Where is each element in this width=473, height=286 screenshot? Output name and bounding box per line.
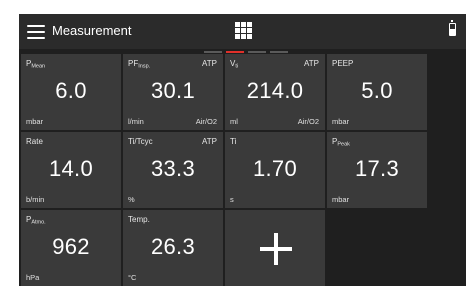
tile-gas: Air/O2 [297,117,319,126]
tile-unit: hPa [26,273,40,282]
tile-value: 1.70 [252,156,298,181]
tile-tag: ATP [202,137,217,146]
tile-unit: mbar [332,195,350,204]
page-dot[interactable] [248,51,266,53]
tile-value: 6.0 [55,78,87,103]
tile-p-atmo[interactable]: PAtmo. 962 hPa [21,210,121,286]
empty-slot [327,210,427,286]
tile-label: PFInsp. [128,59,151,70]
tile-peep[interactable]: PEEP 5.0 mbar [327,54,427,130]
tile-value: 14.0 [48,156,94,181]
tile-label: PPeak [332,137,350,148]
page-dot[interactable] [270,51,288,53]
add-tile-button[interactable] [225,210,325,286]
tile-p-mean[interactable]: PMean 6.0 mbar [21,54,121,130]
top-bar: Measurement [19,14,466,49]
tile-tag: ATP [304,59,319,68]
device-screen: Measurement PMean 6.0 mbar PFInsp. ATP 3… [19,14,466,286]
tile-pf-insp[interactable]: PFInsp. ATP 30.1 l/min Air/O2 [123,54,223,130]
battery-icon [449,20,456,36]
tile-value: 5.0 [361,78,393,103]
page-title: Measurement [52,23,132,38]
tile-label: Vti [230,59,239,70]
tile-value: 26.3 [150,234,196,259]
page-indicator [19,51,466,53]
hamburger-menu-icon[interactable] [27,25,45,39]
tile-gas: Air/O2 [195,117,217,126]
tile-ti-tcyc[interactable]: Ti/Tcyc ATP 33.3 % [123,132,223,208]
grid-view-icon[interactable] [235,22,253,40]
page-dot-active[interactable] [226,51,244,53]
tile-value: 33.3 [150,156,196,181]
tile-rate[interactable]: Rate 14.0 b/min [21,132,121,208]
tile-p-peak[interactable]: PPeak 17.3 mbar [327,132,427,208]
tile-label: Temp. [128,215,150,224]
tile-ti[interactable]: Ti 1.70 s [225,132,325,208]
tile-v-ti[interactable]: Vti ATP 214.0 ml Air/O2 [225,54,325,130]
tile-label: Rate [26,137,43,146]
tile-label: PMean [26,59,46,70]
tile-unit: ml [230,117,238,126]
tile-label: PEEP [332,59,354,68]
tile-unit: l/min [128,117,144,126]
tile-label: PAtmo. [26,215,46,226]
tile-unit: mbar [26,117,44,126]
tile-label: Ti [230,137,237,146]
tile-unit: mbar [332,117,350,126]
tile-tag: ATP [202,59,217,68]
plus-icon [260,233,292,265]
tile-unit: % [128,195,135,204]
tile-label: Ti/Tcyc [128,137,153,146]
tile-unit: b/min [26,195,45,204]
tile-value: 17.3 [354,156,400,181]
page-dot[interactable] [204,51,222,53]
tile-value: 30.1 [150,78,196,103]
tile-temp[interactable]: Temp. 26.3 °C [123,210,223,286]
tile-unit: s [230,195,234,204]
tile-value: 962 [52,234,90,259]
tile-unit: °C [128,273,137,282]
tile-value: 214.0 [246,78,304,103]
